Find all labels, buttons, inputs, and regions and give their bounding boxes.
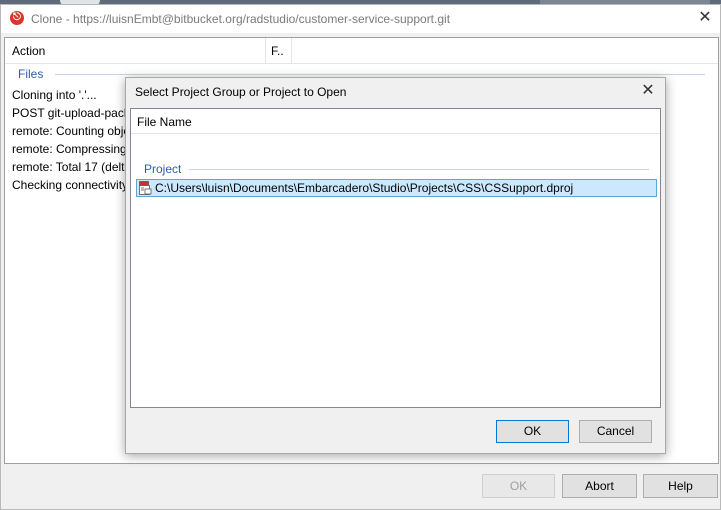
window-title: Clone - https://luisnEmbt@bitbucket.org/… [31,12,451,26]
group-label-project: Project [144,162,182,176]
list-item[interactable]: remote: Compressing ob [12,142,143,156]
ok-button-disabled[interactable]: OK [482,474,555,498]
project-row-selected[interactable]: C:\Users\luisn\Documents\Embarcadero\Stu… [136,179,657,197]
group-label-files: Files [18,67,44,81]
column-header-f[interactable]: F.. [271,44,284,58]
column-divider[interactable] [265,38,266,63]
list-item[interactable]: Cloning into '.'... [12,88,97,102]
list-item[interactable]: remote: Total 17 (delta 8 [12,160,141,174]
list-item[interactable]: remote: Counting object [12,124,139,138]
dialog-title: Select Project Group or Project to Open [135,85,347,99]
group-divider [55,74,705,75]
select-project-dialog: Select Project Group or Project to Open … [125,77,666,454]
app-icon: ⎋ [10,11,24,25]
column-header-file-name[interactable]: File Name [137,115,192,129]
project-list: File Name Project C:\Users\luisn\Documen… [130,108,661,408]
dialog-close-icon[interactable]: ✕ [634,80,662,102]
list-header: File Name [131,109,660,134]
help-button[interactable]: Help [643,474,718,498]
abort-button[interactable]: Abort [562,474,637,498]
close-icon[interactable]: ✕ [691,7,719,29]
list-item[interactable]: Checking connectivity... [12,178,137,192]
column-divider[interactable] [291,38,292,63]
title-bar: ⎋ Clone - https://luisnEmbt@bitbucket.or… [1,5,720,33]
group-divider [189,169,649,170]
dialog-cancel-button[interactable]: Cancel [579,420,652,443]
project-path: C:\Users\luisn\Documents\Embarcadero\Stu… [155,181,574,195]
dialog-ok-button[interactable]: OK [496,420,569,443]
column-header-action[interactable]: Action [12,44,45,58]
dproj-file-icon [139,181,152,195]
list-header: Action F.. [5,38,718,64]
